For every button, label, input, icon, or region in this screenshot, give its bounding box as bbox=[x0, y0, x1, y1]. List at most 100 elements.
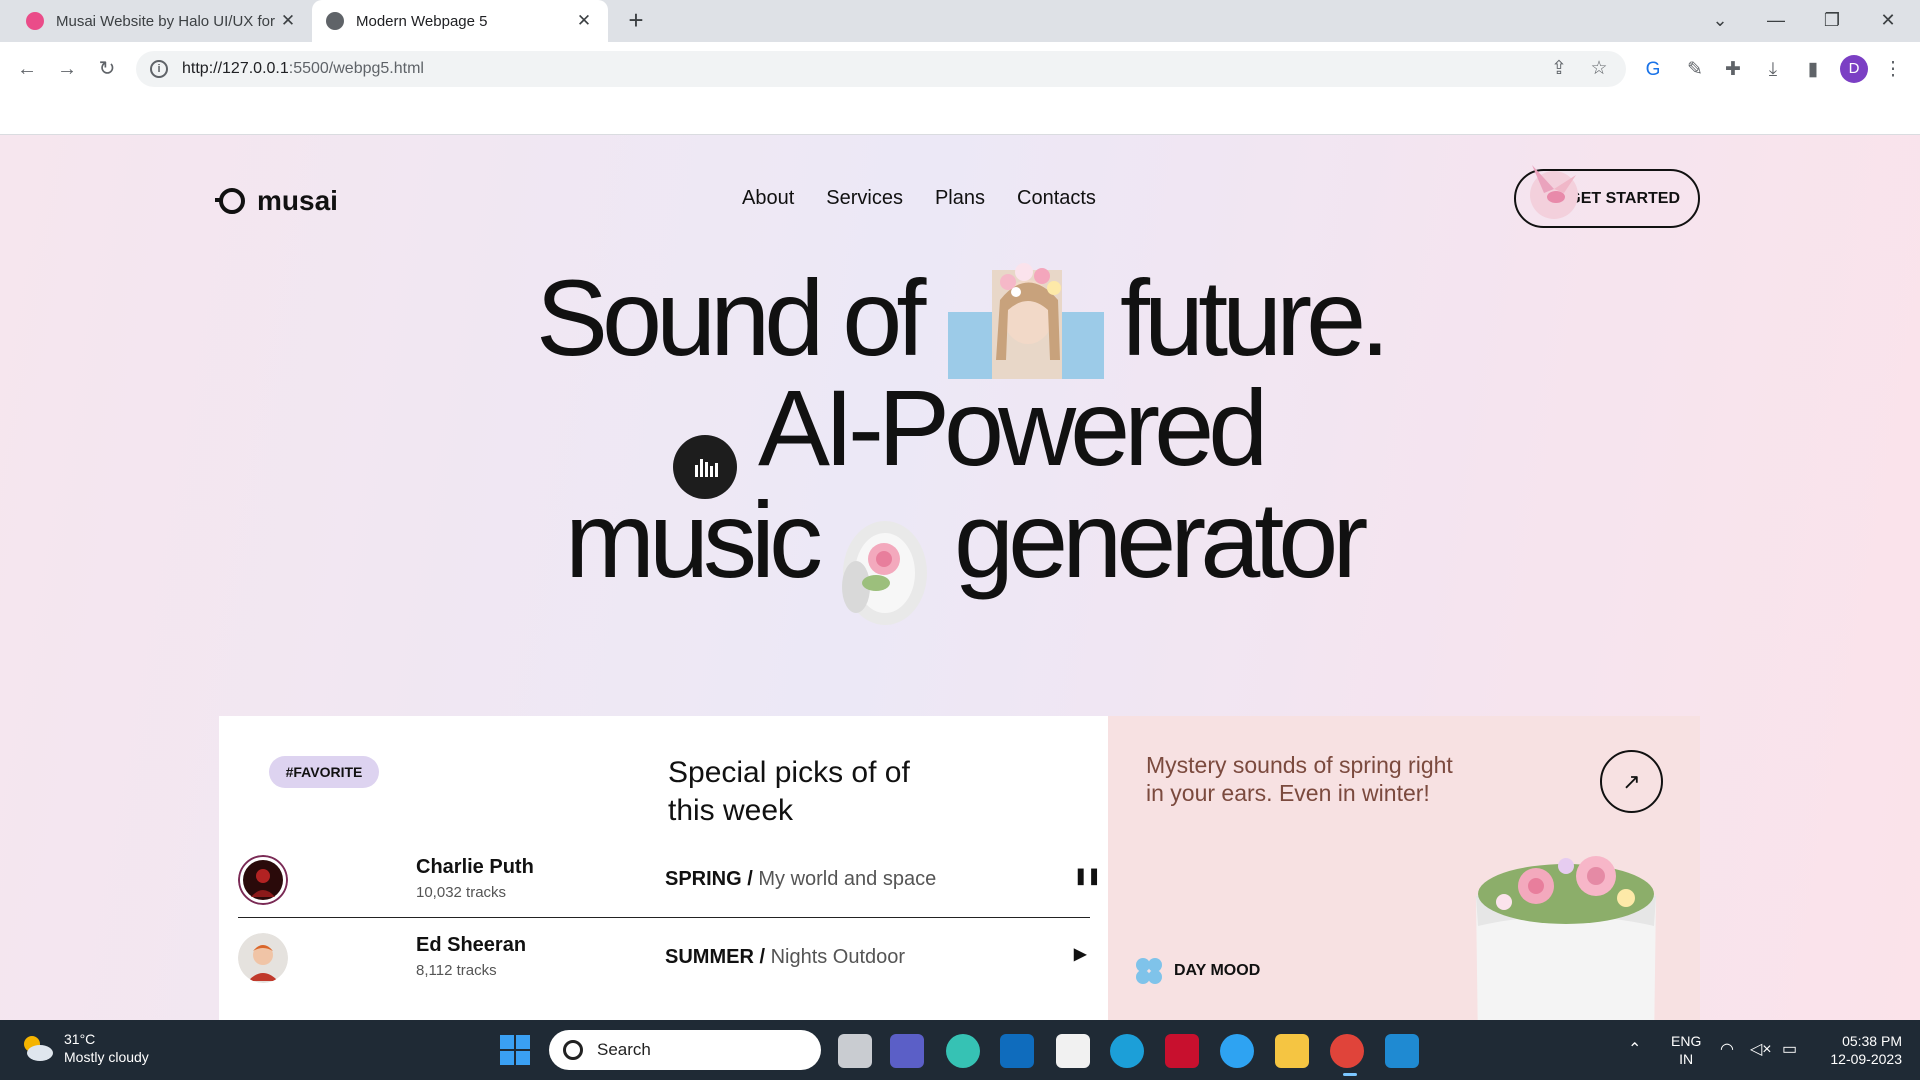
picks-title: Special picks of of this week bbox=[668, 756, 910, 827]
chrome-icon[interactable] bbox=[1330, 1034, 1364, 1068]
tips-icon[interactable] bbox=[1220, 1034, 1254, 1068]
info-icon[interactable]: i bbox=[150, 60, 168, 78]
cta-label: GET STARTED bbox=[1568, 189, 1680, 207]
lang-region: IN bbox=[1679, 1051, 1694, 1067]
nav-about[interactable]: About bbox=[742, 187, 794, 210]
restore-button[interactable]: ❐ bbox=[1804, 0, 1860, 42]
site-logo[interactable]: musai bbox=[215, 185, 338, 217]
url-path: :5500/webpg5.html bbox=[288, 60, 424, 77]
task-view-icon[interactable] bbox=[838, 1034, 872, 1068]
artist-avatar bbox=[238, 933, 288, 983]
microsoft-store-icon[interactable] bbox=[1056, 1034, 1090, 1068]
tab-search-icon[interactable]: ⌄ bbox=[1692, 0, 1748, 42]
pause-icon[interactable]: ❚❚ bbox=[1074, 866, 1101, 886]
tab-title: Musai Website by Halo UI/UX for bbox=[56, 12, 275, 30]
season-label: SPRING / bbox=[665, 868, 753, 890]
track-count: 10,032 tracks bbox=[416, 884, 507, 901]
hero-text-future: future. bbox=[1120, 257, 1390, 378]
download-icon[interactable]: ⤓ bbox=[1760, 57, 1786, 83]
close-icon[interactable]: ✕ bbox=[574, 11, 594, 31]
logo-text: musai bbox=[257, 185, 338, 216]
dribbble-icon bbox=[26, 12, 44, 30]
file-explorer-icon[interactable] bbox=[1275, 1034, 1309, 1068]
hero-text-ai-powered: AI-Powered bbox=[758, 367, 1268, 488]
active-app-indicator bbox=[1343, 1073, 1357, 1076]
side-panel-icon[interactable]: ▮ bbox=[1800, 57, 1826, 83]
cloudy-weather-icon bbox=[24, 1036, 53, 1061]
flower-petals-icon bbox=[1136, 958, 1162, 984]
battery-icon[interactable]: ▭ bbox=[1782, 1020, 1797, 1080]
track-season-title: SPRING / My world and space bbox=[665, 868, 936, 891]
logo-ring-icon bbox=[215, 188, 245, 214]
season-label: SUMMER / bbox=[665, 946, 765, 968]
close-icon[interactable]: ✕ bbox=[278, 11, 298, 31]
artist-avatar bbox=[238, 855, 288, 905]
promo-card: Mystery sounds of spring right in your e… bbox=[1108, 716, 1700, 1020]
nav-plans[interactable]: Plans bbox=[935, 187, 985, 210]
show-hidden-icons[interactable]: ⌃ bbox=[1628, 1020, 1641, 1080]
promo-text: Mystery sounds of spring right in your e… bbox=[1146, 752, 1453, 806]
flower-vase-image bbox=[1476, 856, 1656, 1020]
search-icon bbox=[563, 1040, 583, 1060]
reload-button[interactable]: ↻ bbox=[92, 54, 122, 84]
language-indicator[interactable]: ENG IN bbox=[1671, 1032, 1701, 1068]
volume-muted-icon[interactable]: ◁× bbox=[1750, 1020, 1772, 1080]
menu-kebab-icon[interactable]: ⋮ bbox=[1880, 57, 1906, 83]
profile-avatar[interactable]: D bbox=[1840, 55, 1868, 83]
nav-services[interactable]: Services bbox=[826, 187, 903, 210]
back-button[interactable]: ← bbox=[12, 54, 42, 84]
clock-time: 05:38 PM bbox=[1842, 1033, 1902, 1049]
hero-text-music: music bbox=[565, 479, 823, 600]
arrow-up-right-button[interactable]: ↗ bbox=[1600, 750, 1663, 813]
track-row[interactable]: Ed Sheeran 8,112 tracks SUMMER / Nights … bbox=[238, 924, 1090, 996]
app-starburst-icon[interactable] bbox=[946, 1034, 980, 1068]
windows-start-icon[interactable] bbox=[500, 1035, 530, 1065]
edge-icon[interactable] bbox=[1110, 1034, 1144, 1068]
browser-toolbar: ← → ↻ i http://127.0.0.1:5500/webpg5.htm… bbox=[0, 42, 1920, 96]
flower-headphones-image bbox=[842, 521, 927, 625]
close-window-button[interactable]: ✕ bbox=[1860, 0, 1916, 42]
search-placeholder: Search bbox=[597, 1040, 651, 1059]
extensions-puzzle-icon[interactable]: ✚ bbox=[1720, 57, 1746, 83]
page-viewport: musai About Services Plans Contacts GET … bbox=[0, 135, 1920, 1020]
taskbar-search[interactable]: Search bbox=[549, 1030, 821, 1070]
outlook-icon[interactable] bbox=[1000, 1034, 1034, 1068]
tab-title: Modern Webpage 5 bbox=[356, 12, 488, 30]
lang-primary: ENG bbox=[1671, 1033, 1702, 1049]
tab-musai-website[interactable]: Musai Website by Halo UI/UX for ✕ bbox=[12, 0, 312, 42]
minimize-button[interactable]: — bbox=[1748, 0, 1804, 42]
track-title: My world and space bbox=[758, 868, 937, 890]
globe-icon bbox=[326, 12, 344, 30]
track-row[interactable]: Charlie Puth 10,032 tracks SPRING / My w… bbox=[238, 846, 1101, 918]
girl-with-flowers-image bbox=[948, 263, 1104, 379]
vscode-icon[interactable] bbox=[1385, 1034, 1419, 1068]
tab-modern-webpage[interactable]: Modern Webpage 5 ✕ bbox=[312, 0, 608, 42]
play-icon[interactable]: ▶ bbox=[1074, 944, 1086, 964]
hero-text-sound-of: Sound of bbox=[536, 257, 926, 378]
nav-contacts[interactable]: Contacts bbox=[1017, 187, 1096, 210]
track-count: 8,112 tracks bbox=[416, 962, 497, 979]
wifi-icon[interactable]: ◠ bbox=[1720, 1020, 1734, 1080]
track-season-title: SUMMER / Nights Outdoor bbox=[665, 946, 905, 969]
extension-pen-icon[interactable]: ✎ bbox=[1682, 57, 1708, 83]
day-mood-label: DAY MOOD bbox=[1134, 956, 1260, 986]
windows-taskbar: 31°C Mostly cloudy Search ⌃ ENG IN ◠ ◁× … bbox=[0, 1020, 1920, 1080]
teams-meet-icon[interactable] bbox=[890, 1034, 924, 1068]
address-bar[interactable]: i http://127.0.0.1:5500/webpg5.html ⇪ ☆ bbox=[136, 51, 1626, 87]
new-tab-button[interactable]: + bbox=[622, 6, 650, 34]
url-host: http://127.0.0.1 bbox=[182, 60, 289, 77]
hummingbird-icon bbox=[1530, 165, 1578, 219]
mcafee-icon[interactable] bbox=[1165, 1034, 1199, 1068]
translate-icon[interactable]: G bbox=[1640, 57, 1666, 83]
get-started-button[interactable]: GET STARTED bbox=[1514, 165, 1700, 228]
artist-name: Ed Sheeran bbox=[416, 934, 527, 956]
weather-widget[interactable]: 31°C Mostly cloudy bbox=[20, 1030, 149, 1066]
share-icon[interactable]: ⇪ bbox=[1548, 58, 1570, 80]
bookmark-star-icon[interactable]: ☆ bbox=[1588, 58, 1610, 80]
system-clock[interactable]: 05:38 PM 12-09-2023 bbox=[1818, 1032, 1902, 1068]
tab-strip: Musai Website by Halo UI/UX for ✕ Modern… bbox=[0, 0, 1920, 42]
clock-date: 12-09-2023 bbox=[1830, 1051, 1902, 1067]
site-nav: About Services Plans Contacts bbox=[742, 187, 1096, 210]
forward-button[interactable]: → bbox=[52, 54, 82, 84]
day-mood-text: DAY MOOD bbox=[1174, 962, 1261, 979]
